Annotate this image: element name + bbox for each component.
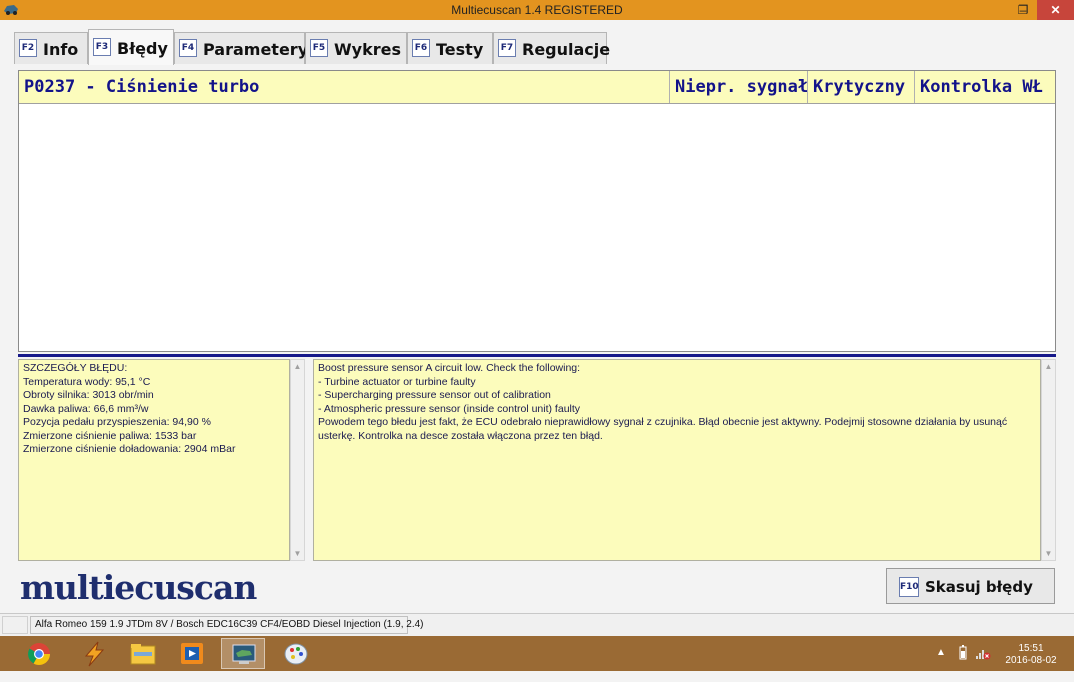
scroll-up-icon[interactable]: ▲	[1042, 362, 1055, 371]
details-heading: SZCZEGÓŁY BŁĘDU:	[23, 362, 128, 374]
tab-tests-label: Testy	[436, 40, 484, 59]
multiecuscan-logo: multiecuscan	[20, 568, 257, 607]
details-scrollbar[interactable]: ▲ ▼	[290, 359, 305, 561]
status-pane-empty	[2, 616, 28, 634]
f7-key-icon: F7	[498, 39, 516, 57]
tab-parameters[interactable]: F4 Parametery	[174, 32, 309, 64]
description-check-2: - Supercharging pressure sensor out of c…	[318, 389, 551, 401]
error-status-signal: Niepr. sygnał	[669, 71, 808, 103]
error-status-critical: Krytyczny	[807, 71, 914, 103]
battery-icon[interactable]	[958, 645, 968, 680]
details-fuel-pressure: Zmierzone ciśnienie paliwa: 1533 bar	[23, 429, 197, 442]
taskbar: ▲ 15:51 2016-08-02	[0, 636, 1074, 671]
clock-time: 15:51	[1018, 643, 1044, 654]
maximize-icon: ❐	[1017, 3, 1029, 17]
paint-icon[interactable]	[274, 638, 318, 669]
tab-errors-label: Błędy	[117, 39, 168, 58]
clock-date: 2016-08-02	[1005, 655, 1057, 666]
error-details-box[interactable]: SZCZEGÓŁY BŁĘDU: Temperatura wody: 95,1 …	[18, 359, 290, 561]
chrome-icon[interactable]	[17, 638, 61, 669]
clear-errors-button[interactable]: F10 Skasuj błędy	[886, 568, 1055, 604]
clear-errors-label: Skasuj błędy	[925, 578, 1033, 596]
error-code-description: P0237 - Ciśnienie turbo	[24, 77, 260, 97]
network-disconnected-icon[interactable]	[975, 645, 991, 680]
error-status-lamp-on: Kontrolka WŁ	[914, 71, 1055, 103]
vehicle-info: Alfa Romeo 159 1.9 JTDm 8V / Bosch EDC16…	[30, 616, 424, 634]
lightning-app-icon[interactable]	[72, 638, 116, 669]
scroll-down-icon[interactable]: ▼	[291, 549, 304, 558]
tab-info-label: Info	[43, 40, 79, 59]
error-list: P0237 - Ciśnienie turbo Niepr. sygnał Kr…	[18, 70, 1056, 352]
f4-key-icon: F4	[179, 39, 197, 57]
details-engine-rpm: Obroty silnika: 3013 obr/min	[23, 389, 154, 401]
details-pedal-position: Pozycja pedału przyspieszenia: 94,90 %	[23, 416, 211, 428]
f5-key-icon: F5	[310, 39, 328, 57]
f10-key-icon: F10	[899, 577, 919, 597]
maximize-button[interactable]: ❐	[1010, 0, 1036, 20]
multiecuscan-icon[interactable]	[221, 638, 265, 669]
close-icon: ✕	[1050, 3, 1061, 17]
description-scrollbar[interactable]: ▲ ▼	[1041, 359, 1056, 561]
f6-key-icon: F6	[412, 39, 430, 57]
details-boost-pressure: Zmierzone ciśnienie doładowania: 2904 mB…	[23, 443, 236, 455]
f3-key-icon: F3	[93, 38, 111, 56]
close-button[interactable]: ✕	[1037, 0, 1074, 20]
status-bar: Alfa Romeo 159 1.9 JTDm 8V / Bosch EDC16…	[0, 613, 1074, 637]
f2-key-icon: F2	[19, 39, 37, 57]
description-check-1: - Turbine actuator or turbine faulty	[318, 375, 476, 388]
details-fuel-dose: Dawka paliwa: 66,6 mm³/w	[23, 402, 149, 415]
error-description-box[interactable]: Boost pressure sensor A circuit low. Che…	[313, 359, 1041, 561]
tab-chart[interactable]: F5 Wykres	[305, 32, 407, 64]
tab-tests[interactable]: F6 Testy	[407, 32, 493, 64]
details-water-temp: Temperatura wody: 95,1 °C	[23, 375, 151, 388]
description-summary: Boost pressure sensor A circuit low. Che…	[318, 362, 581, 374]
taskbar-clock[interactable]: 15:51 2016-08-02	[996, 643, 1066, 667]
title-bar: Multiecuscan 1.4 REGISTERED – ❐ ✕	[0, 0, 1074, 20]
separator-line	[18, 354, 1056, 357]
scroll-up-icon[interactable]: ▲	[291, 362, 304, 371]
description-explanation: Powodem tego błedu jest fakt, że ECU ode…	[318, 416, 1008, 442]
tab-info[interactable]: F2 Info	[14, 32, 88, 64]
file-explorer-icon[interactable]	[121, 638, 165, 669]
show-hidden-icons[interactable]: ▲	[936, 647, 946, 682]
description-check-3: - Atmospheric pressure sensor (inside co…	[318, 402, 581, 415]
error-row[interactable]: P0237 - Ciśnienie turbo Niepr. sygnał Kr…	[19, 71, 1055, 104]
tab-errors[interactable]: F3 Błędy	[88, 29, 174, 65]
tab-parameters-label: Parametery	[203, 40, 309, 59]
tab-chart-label: Wykres	[334, 40, 401, 59]
media-player-icon[interactable]	[170, 638, 214, 669]
window-title: Multiecuscan 1.4 REGISTERED	[451, 3, 623, 17]
tab-adjustments-label: Regulacje	[522, 40, 611, 59]
scroll-down-icon[interactable]: ▼	[1042, 549, 1055, 558]
tab-adjustments[interactable]: F7 Regulacje	[493, 32, 611, 64]
